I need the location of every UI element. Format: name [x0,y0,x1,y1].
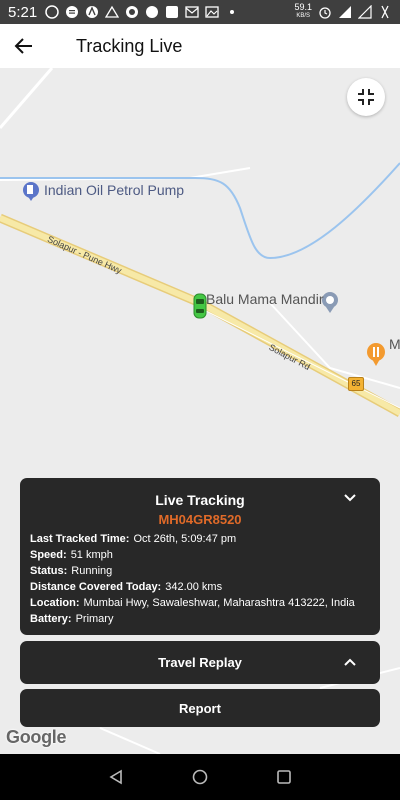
info-value: Oct 26th, 5:09:47 pm [133,533,237,545]
report-label: Report [179,700,221,716]
info-label: Battery: [30,613,72,625]
info-row-speed: Speed: 51 kmph [30,547,370,563]
info-label: Speed: [30,549,67,561]
arrow-left-icon [14,38,32,54]
nav-back-button[interactable] [104,765,128,789]
app-bar: Tracking Live [0,24,400,68]
google-logo: Google [6,727,67,747]
info-value: 51 kmph [70,549,113,561]
info-label: Last Tracked Time: [30,533,130,545]
info-label: Location: [30,597,80,609]
highway-shield: 65 [348,377,364,391]
vehicle-marker-icon[interactable] [193,293,207,319]
alert-icon [105,5,120,18]
vehicle-number: MH04GR8520 [158,512,242,527]
mail-icon [185,6,199,18]
alarm-icon [319,7,331,19]
circle-app-icon [126,6,139,18]
status-system-icons: 59.1 KB/S [294,3,392,21]
net-speed-unit: KB/S [296,13,311,19]
fullscreen-exit-icon [358,89,374,105]
status-time: 5:21 [8,3,38,21]
info-value: Mumbai Hwy, Sawaleshwar, Maharashtra 413… [83,597,355,609]
leaf-icon [146,6,159,18]
pencil-icon [166,6,179,18]
chevron-up-icon[interactable] [342,654,358,670]
chevron-down-icon[interactable] [342,490,358,506]
nav-recents-button[interactable] [272,765,296,789]
poi-petrol-label[interactable]: Indian Oil Petrol Pump [44,182,184,198]
travel-replay-button[interactable]: Travel Replay [20,641,380,684]
temple-icon [322,292,338,313]
info-label: Distance Covered Today: [30,581,162,593]
system-nav-bar [0,754,400,800]
info-row-location: Location: Mumbai Hwy, Sawaleshwar, Mahara… [30,595,370,611]
info-value: Primary [75,613,114,625]
report-button[interactable]: Report [20,689,380,727]
live-tracking-title: Live Tracking [155,492,245,508]
gallery-icon [205,6,219,18]
info-row-distance: Distance Covered Today: 342.00 kms [30,579,370,595]
triangle-back-icon [109,769,122,785]
net-speed: 59.1 KB/S [294,3,312,21]
travel-replay-label: Travel Replay [158,655,242,670]
status-notification-icons [45,5,239,19]
poi-partial-label[interactable]: M [389,336,400,352]
info-label: Status: [30,565,68,577]
poi-mandir-label[interactable]: Balu Mama Mandir [206,291,324,307]
collapse-map-button[interactable] [347,78,385,116]
info-value: 342.00 kms [165,581,223,593]
page-title: Tracking Live [76,35,183,56]
signal-4g-icon [339,6,351,18]
info-value: Running [71,565,113,577]
circle-home-icon [192,769,208,785]
back-button[interactable] [12,34,36,58]
app-a-icon [86,6,99,18]
status-bar: 5:21 59.1 KB/S [0,0,400,24]
info-row-last-tracked: Last Tracked Time: Oct 26th, 5:09:47 pm [30,531,370,547]
net-speed-value: 59.1 [294,2,312,12]
more-dot-icon [230,10,235,14]
chat-icon [66,6,79,18]
nav-home-button[interactable] [188,765,212,789]
battery-icon [381,5,389,19]
whatsapp-icon [45,5,59,19]
square-recents-icon [277,770,291,784]
info-row-status: Status: Running [30,563,370,579]
live-tracking-card: Live Tracking MH04GR8520 Last Tracked Ti… [20,478,380,635]
gas-station-icon [23,182,39,201]
restaurant-icon [367,343,385,366]
signal-icon [358,5,372,19]
info-row-battery: Battery: Primary [30,611,370,627]
